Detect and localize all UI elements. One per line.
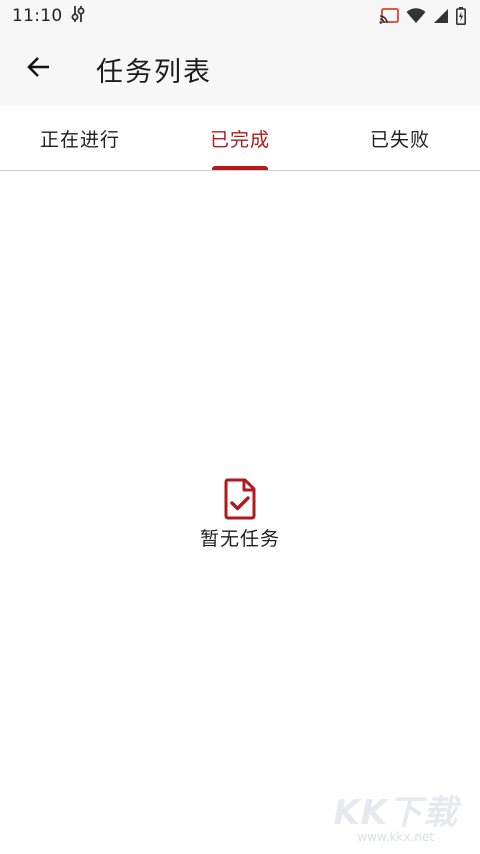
empty-state: 暂无任务	[0, 478, 480, 551]
arrow-left-icon	[25, 54, 51, 84]
tab-label: 已失败	[369, 128, 430, 151]
status-left: 11:10	[12, 5, 85, 27]
watermark-logo: KK下载	[333, 793, 458, 833]
tab-failed[interactable]: 已失败	[320, 106, 480, 170]
empty-state-text: 暂无任务	[199, 528, 280, 550]
signal-icon	[433, 8, 449, 24]
cast-icon	[379, 8, 399, 24]
document-check-icon	[223, 478, 257, 520]
back-button[interactable]	[0, 32, 76, 106]
tab-label: 正在进行	[39, 128, 120, 151]
watermark-url: www.kkx.net	[357, 830, 434, 844]
tab-in-progress[interactable]: 正在进行	[0, 106, 160, 170]
tab-indicator	[212, 166, 268, 170]
tab-completed[interactable]: 已完成	[160, 106, 320, 170]
battery-charging-icon	[456, 7, 466, 25]
page-title: 任务列表	[96, 56, 212, 88]
app-bar: 任务列表	[0, 32, 480, 106]
settings-sliders-icon	[71, 5, 85, 27]
tab-label: 已完成	[209, 128, 270, 151]
tab-bar: 正在进行 已完成 已失败	[0, 106, 480, 171]
status-time: 11:10	[12, 6, 63, 26]
wifi-icon	[406, 8, 426, 24]
status-right	[379, 7, 466, 25]
status-bar: 11:10	[0, 0, 480, 32]
watermark: KK下载 www.kkx.net	[333, 785, 458, 844]
